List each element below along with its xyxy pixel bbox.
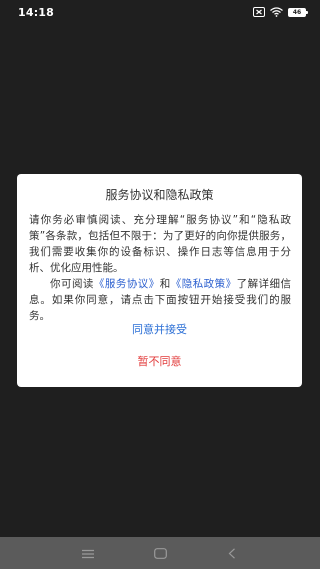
navigation-bar [0, 537, 320, 569]
back-button[interactable] [202, 537, 262, 569]
status-time: 14:18 [18, 6, 55, 19]
menu-icon [82, 544, 94, 563]
decline-button[interactable]: 暂不同意 [17, 351, 302, 373]
home-button[interactable] [130, 537, 190, 569]
para2-prefix: 你可阅读 [50, 278, 94, 290]
back-icon [228, 544, 236, 563]
dialog-paragraph-1: 请你务必审慎阅读、充分理解“服务协议”和“隐私政策”各条款，包括但不限于：为了更… [29, 214, 291, 274]
dialog-paragraph-2: 你可阅读《服务协议》和《隐私政策》了解详细信息。如果你同意，请点击下面按钮开始接… [29, 276, 291, 324]
dialog-title: 服务协议和隐私政策 [105, 188, 214, 202]
battery-icon: 46 [288, 7, 308, 17]
status-icons: 46 [253, 7, 308, 17]
home-icon [153, 544, 167, 563]
menu-button[interactable] [58, 537, 118, 569]
accept-button[interactable]: 同意并接受 [17, 319, 302, 341]
screen: 14:18 46 服务协议和隐私政策 请你务必审慎阅读、充分理解“服务协议”和“… [0, 0, 320, 569]
privacy-dialog: 服务协议和隐私政策 请你务必审慎阅读、充分理解“服务协议”和“隐私政策”各条款，… [17, 174, 302, 387]
battery-level: 46 [292, 8, 302, 16]
service-agreement-link[interactable]: 《服务协议》 [94, 278, 160, 290]
dialog-body: 请你务必审慎阅读、充分理解“服务协议”和“隐私政策”各条款，包括但不限于：为了更… [29, 212, 291, 324]
para2-and: 和 [159, 278, 171, 290]
sim-x-icon [253, 7, 265, 17]
status-bar: 14:18 46 [0, 0, 320, 26]
privacy-policy-link[interactable]: 《隐私政策》 [171, 278, 237, 290]
wifi-icon [270, 7, 283, 17]
